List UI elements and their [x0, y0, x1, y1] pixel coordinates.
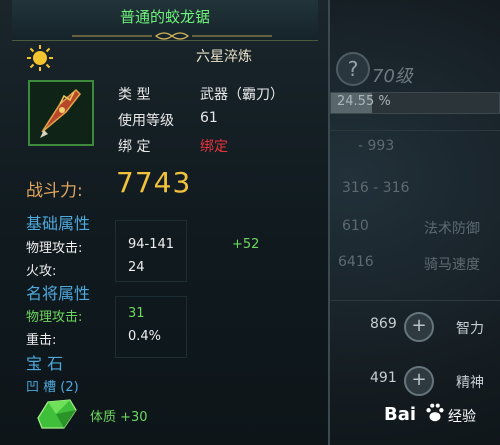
- exp-bar: 24.55 %: [330, 92, 500, 114]
- sun-icon: [27, 45, 53, 71]
- attr-label: 火攻:: [26, 264, 57, 279]
- level-req-label: 使用等级: [118, 113, 174, 129]
- level-req-value: 61: [200, 110, 218, 126]
- add-intelligence-button[interactable]: +: [404, 312, 434, 342]
- exp-percent: 24.55 %: [337, 94, 391, 109]
- green-gem-icon: [37, 399, 77, 429]
- stat-intelligence: 869: [370, 316, 397, 332]
- stat-defense: 316 - 316: [342, 180, 410, 196]
- watermark-brand: Bai: [384, 404, 417, 425]
- slot-frame: [115, 296, 187, 358]
- bind-value: 绑定: [200, 139, 228, 155]
- attr-value: 31: [128, 306, 145, 321]
- paw-icon: [426, 403, 444, 422]
- gem-bonus: 体质 +30: [90, 410, 148, 425]
- stat-hp: 6416: [338, 254, 374, 270]
- base-attr-section: 基础属性: [26, 214, 91, 233]
- item-icon-frame: [28, 80, 94, 146]
- attr-label: 物理攻击:: [26, 241, 83, 256]
- gem-section: 宝 石: [26, 354, 64, 373]
- type-value: 武器（霸刀）: [200, 87, 284, 103]
- attr-value: 24: [128, 260, 145, 275]
- label-magic-defense: 法术防御: [424, 221, 480, 237]
- general-attr-section: 名将属性: [26, 284, 91, 303]
- label-spirit: 精神: [456, 375, 484, 391]
- attr-value: 0.4%: [128, 329, 162, 344]
- bind-label: 绑 定: [118, 139, 151, 155]
- attr-value: 94-141: [128, 237, 175, 252]
- help-button[interactable]: ?: [336, 52, 370, 86]
- add-spirit-button[interactable]: +: [404, 366, 434, 396]
- quality-text: 六星淬炼: [196, 49, 252, 65]
- type-label: 类 型: [118, 87, 151, 103]
- saw-weapon-icon: [30, 82, 92, 144]
- stat-attack: - 993: [358, 138, 395, 154]
- ornament-divider: [72, 32, 272, 40]
- divider: [330, 300, 500, 301]
- divider: [330, 130, 500, 131]
- power-value: 7743: [116, 166, 192, 199]
- item-name: 普通的蛟龙锯: [119, 8, 210, 26]
- baidu-watermark: Bai 经验: [384, 396, 494, 436]
- stat-magic: 610: [342, 218, 369, 234]
- stat-spirit: 491: [370, 370, 397, 386]
- label-intelligence: 智力: [456, 321, 484, 337]
- attr-label: 重击:: [26, 333, 57, 348]
- level-text: 70级: [372, 66, 413, 87]
- attr-label: 物理攻击:: [26, 310, 83, 325]
- tooltip-title-bar: 普通的蛟龙锯: [12, 0, 318, 41]
- item-tooltip: 普通的蛟龙锯 六星淬炼 类 型 武器（霸刀） 使用等级 61 绑 定 绑定 战斗: [0, 0, 330, 445]
- watermark-sub: 经验: [448, 409, 476, 425]
- attr-bonus: +52: [232, 237, 260, 252]
- label-mount-speed: 骑马速度: [424, 257, 480, 273]
- grooves-text: 凹 槽 (2): [26, 380, 79, 395]
- power-label: 战斗力:: [26, 181, 83, 201]
